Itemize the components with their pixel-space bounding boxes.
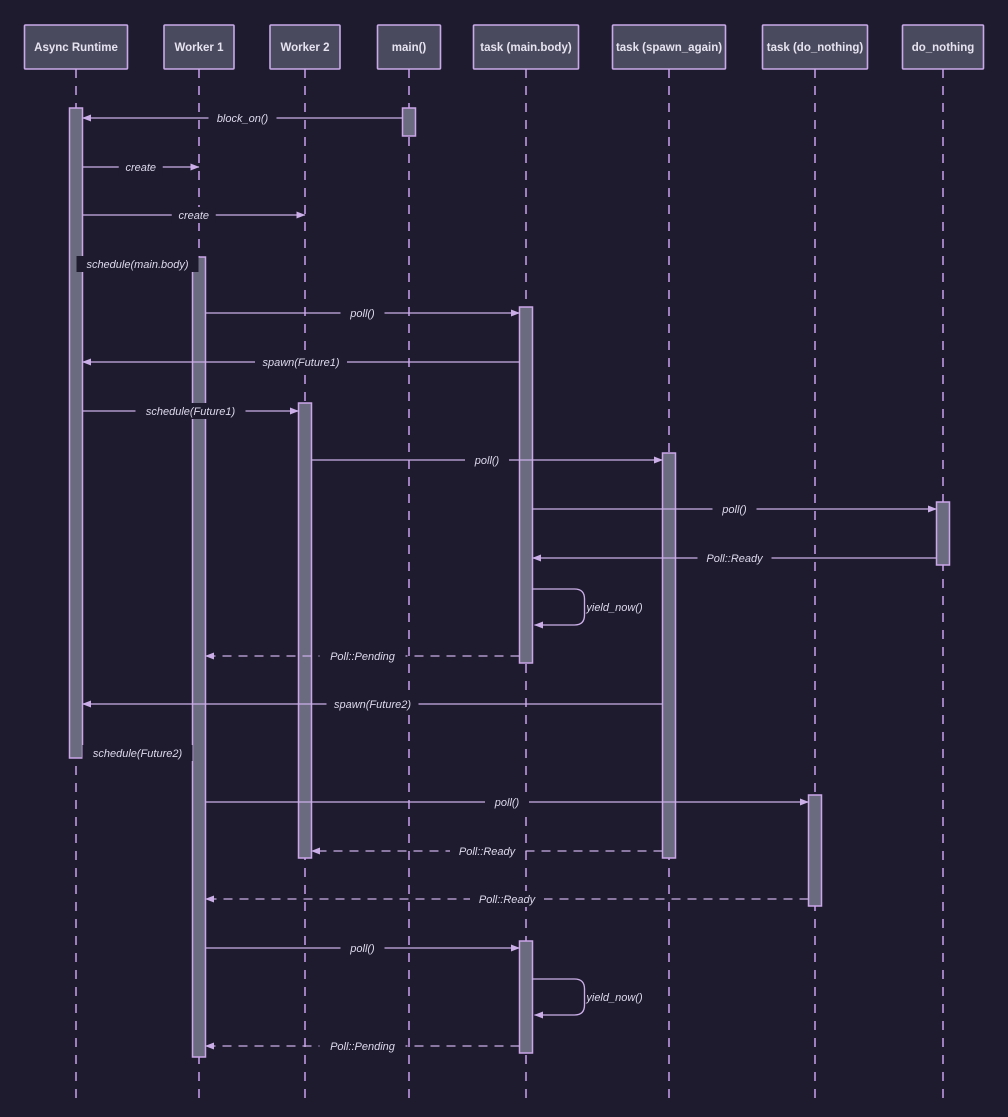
participant-taskdn[interactable]: task (do_nothing): [761, 24, 869, 70]
message-label: schedule(main.body): [86, 259, 188, 271]
message-9: poll(): [532, 501, 937, 517]
message-label: create: [178, 210, 209, 222]
message-arrow-self: [532, 978, 586, 1019]
activation-bar-taskdn: [807, 794, 823, 907]
message-label: poll(): [349, 943, 375, 955]
message-label: poll(): [349, 308, 375, 320]
participant-label: task (main.body): [480, 42, 572, 54]
message-15: poll(): [205, 794, 809, 810]
participant-label: Worker 1: [174, 42, 224, 54]
activations-layer: [68, 107, 951, 1058]
activation-bar-spawnagn: [661, 452, 677, 859]
message-arrow-self: [532, 588, 586, 629]
participant-label: task (do_nothing): [767, 42, 864, 54]
message-label: block_on(): [217, 113, 269, 125]
message-2: create: [82, 159, 200, 175]
message-8: poll(): [311, 452, 663, 468]
participant-label: do_nothing: [912, 42, 975, 54]
message-11: yield_now(): [532, 588, 643, 629]
message-label: Poll::Pending: [330, 651, 396, 663]
message-label: poll(): [721, 504, 747, 516]
message-19: yield_now(): [532, 978, 643, 1019]
participant-label: task (spawn_again): [616, 42, 722, 54]
activation-bar-runtime: [68, 107, 84, 759]
message-3: create: [82, 207, 306, 223]
participant-main[interactable]: main(): [376, 24, 442, 70]
message-6: spawn(Future1): [82, 354, 520, 370]
participant-label: Async Runtime: [34, 42, 118, 54]
participant-mainbody[interactable]: task (main.body): [472, 24, 580, 70]
message-label: yield_now(): [585, 992, 643, 1004]
message-17: Poll::Ready: [205, 891, 809, 907]
participant-worker2[interactable]: Worker 2: [269, 24, 341, 70]
participant-donothing[interactable]: do_nothing: [901, 24, 985, 70]
message-label: schedule(Future1): [146, 406, 236, 418]
message-label: spawn(Future2): [334, 699, 411, 711]
message-label: poll(): [474, 455, 500, 467]
message-12: Poll::Pending: [205, 648, 520, 664]
message-label: schedule(Future2): [93, 748, 183, 760]
message-18: poll(): [205, 940, 520, 956]
message-label: create: [125, 162, 156, 174]
message-7: schedule(Future1): [82, 403, 299, 419]
activation-bar-donothing: [935, 501, 951, 566]
sequence-diagram-canvas: block_on()create create schedule(main.body…: [0, 0, 1008, 1117]
participant-label: Worker 2: [280, 42, 329, 54]
message-label: poll(): [494, 797, 520, 809]
message-16: Poll::Ready: [311, 843, 663, 859]
activation-bar-worker1: [191, 256, 207, 1058]
activation-bar-main: [401, 107, 417, 137]
message-label: Poll::Ready: [479, 894, 537, 906]
message-13: spawn(Future2): [82, 696, 663, 712]
message-label: Poll::Pending: [330, 1041, 396, 1053]
participant-spawnagn[interactable]: task (spawn_again): [611, 24, 727, 70]
participant-label: main(): [392, 42, 427, 54]
message-label: Poll::Ready: [459, 846, 517, 858]
sequence-diagram-svg: block_on()create create schedule(main.body…: [23, 24, 985, 1098]
message-20: Poll::Pending: [205, 1038, 520, 1054]
participants-layer: Async Runtime Worker 1 Worker 2 main() task …: [23, 24, 985, 70]
participant-worker1[interactable]: Worker 1: [163, 24, 235, 70]
message-5: poll(): [205, 305, 520, 321]
message-14: schedule(Future2): [82, 745, 193, 761]
participant-runtime[interactable]: Async Runtime: [23, 24, 129, 70]
message-label: yield_now(): [585, 602, 643, 614]
message-label: Poll::Ready: [706, 553, 764, 565]
activation-bar-mainbody: [518, 306, 534, 664]
activation-bar-mainbody: [518, 940, 534, 1054]
message-10: Poll::Ready: [532, 550, 937, 566]
message-1: block_on(): [82, 110, 403, 126]
message-label: spawn(Future1): [262, 357, 339, 369]
activation-bar-worker2: [297, 402, 313, 859]
message-4: schedule(main.body): [76, 256, 199, 272]
